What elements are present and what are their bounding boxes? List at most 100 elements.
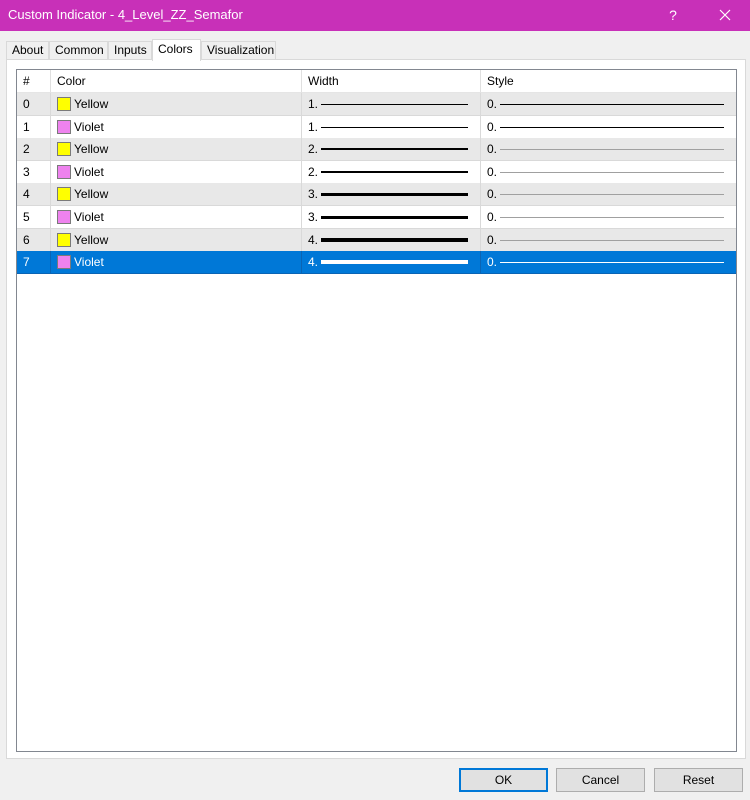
style-value: 0. — [487, 142, 498, 157]
color-swatch — [57, 232, 71, 247]
color-cell[interactable]: Violet — [51, 115, 302, 139]
style-value: 0. — [487, 119, 498, 134]
width-cell[interactable]: 2. — [302, 138, 481, 162]
color-cell[interactable]: Yellow — [51, 93, 302, 116]
width-line-preview — [321, 193, 468, 197]
style-value: 0. — [487, 187, 498, 202]
window-title: Custom Indicator - 4_Level_ZZ_Semafor — [8, 7, 243, 22]
width-line-preview — [321, 170, 468, 173]
table-row[interactable]: 2 Yellow 2. 0. — [17, 138, 736, 162]
table-row[interactable]: 6 Yellow 4. 0. — [17, 228, 736, 252]
header-color: Color — [51, 70, 302, 93]
help-icon: ? — [669, 7, 677, 23]
color-swatch — [57, 164, 71, 179]
width-cell[interactable]: 3. — [302, 206, 481, 229]
style-cell[interactable]: 0. — [481, 251, 736, 275]
table-row[interactable]: 0 Yellow 1. 0. — [17, 93, 736, 116]
row-number-cell: 4 — [17, 183, 51, 207]
width-line-preview — [321, 126, 468, 128]
width-cell[interactable]: 3. — [302, 183, 481, 207]
row-number: 4 — [23, 187, 30, 202]
table-row[interactable]: 5 Violet 3. 0. — [17, 206, 736, 229]
width-value: 4. — [308, 232, 319, 247]
width-value: 1. — [308, 119, 319, 134]
color-cell[interactable]: Yellow — [51, 183, 302, 207]
style-cell[interactable]: 0. — [481, 206, 736, 229]
style-line-preview — [500, 194, 724, 196]
row-number: 5 — [23, 210, 30, 224]
color-swatch — [57, 142, 71, 157]
style-cell[interactable]: 0. — [481, 161, 736, 184]
row-number: 1 — [23, 119, 30, 134]
cancel-button[interactable]: Cancel — [556, 768, 645, 792]
tab-colors[interactable]: Colors — [152, 39, 201, 61]
tab-label: Colors — [158, 42, 193, 56]
style-line-preview — [500, 149, 724, 151]
table-row[interactable]: 4 Yellow 3. 0. — [17, 183, 736, 207]
width-line-preview — [321, 237, 468, 242]
help-button[interactable]: ? — [657, 0, 689, 31]
style-cell[interactable]: 0. — [481, 116, 736, 139]
width-cell[interactable]: 2. — [302, 160, 481, 184]
color-name: Violet — [74, 210, 104, 224]
color-cell[interactable]: Violet — [51, 251, 302, 275]
tab-common[interactable]: Common — [49, 41, 108, 60]
tab-label: About — [12, 43, 44, 57]
color-name: Yellow — [74, 142, 109, 157]
width-cell[interactable]: 4. — [302, 251, 481, 275]
table-row[interactable]: 1 Violet 1. 0. — [17, 115, 736, 139]
color-cell[interactable]: Violet — [51, 206, 302, 229]
width-value: 2. — [308, 164, 319, 179]
color-name: Yellow — [74, 97, 109, 111]
color-swatch — [57, 97, 71, 111]
style-cell[interactable]: 0. — [481, 93, 736, 116]
color-swatch — [57, 187, 71, 202]
width-line-preview — [321, 216, 468, 219]
color-name: Violet — [74, 255, 104, 270]
row-number-cell: 3 — [17, 160, 51, 184]
color-swatch — [57, 255, 71, 270]
width-cell[interactable]: 1. — [302, 115, 481, 139]
style-value: 0. — [487, 210, 498, 224]
style-cell[interactable]: 0. — [481, 183, 736, 207]
ok-button[interactable]: OK — [459, 768, 548, 792]
row-number-cell: 1 — [17, 115, 51, 139]
row-number-cell: 5 — [17, 206, 51, 229]
style-value: 0. — [487, 255, 498, 270]
width-value: 1. — [308, 97, 319, 111]
width-value: 3. — [308, 187, 319, 202]
style-line-preview — [500, 104, 724, 105]
table-row[interactable]: 3 Violet 2. 0. — [17, 160, 736, 184]
row-number: 0 — [23, 97, 30, 111]
row-number-cell: 0 — [17, 93, 51, 116]
style-value: 0. — [487, 97, 498, 111]
header-width: Width — [302, 70, 481, 93]
tab-visualization[interactable]: Visualization — [201, 41, 276, 60]
table-row[interactable]: 7 Violet 4. 0. — [17, 251, 736, 275]
header-style: Style — [481, 70, 736, 93]
style-cell[interactable]: 0. — [481, 229, 736, 252]
close-button[interactable] — [708, 0, 742, 31]
style-value: 0. — [487, 164, 498, 179]
color-cell[interactable]: Yellow — [51, 228, 302, 252]
style-cell[interactable]: 0. — [481, 138, 736, 162]
color-cell[interactable]: Yellow — [51, 138, 302, 162]
style-line-preview — [500, 217, 724, 218]
style-line-preview — [500, 262, 724, 264]
row-number: 2 — [23, 142, 30, 157]
color-cell[interactable]: Violet — [51, 160, 302, 184]
color-name: Violet — [74, 164, 104, 179]
colors-tab-page: # Color Width Style 0 Yellow 1. 0. 1 Violet 1.… — [6, 59, 746, 759]
tab-about[interactable]: About — [6, 41, 49, 60]
width-line-preview — [321, 260, 468, 265]
tab-strip: About Common Inputs Colors Visualization — [6, 39, 746, 61]
row-number-cell: 7 — [17, 251, 51, 275]
width-cell[interactable]: 4. — [302, 228, 481, 252]
title-bar: Custom Indicator - 4_Level_ZZ_Semafor ? — [0, 0, 750, 31]
row-number-cell: 6 — [17, 228, 51, 252]
width-cell[interactable]: 1. — [302, 93, 481, 116]
row-number-cell: 2 — [17, 138, 51, 162]
reset-button[interactable]: Reset — [654, 768, 743, 792]
tab-inputs[interactable]: Inputs — [108, 41, 152, 60]
tab-label: Inputs — [114, 43, 147, 57]
